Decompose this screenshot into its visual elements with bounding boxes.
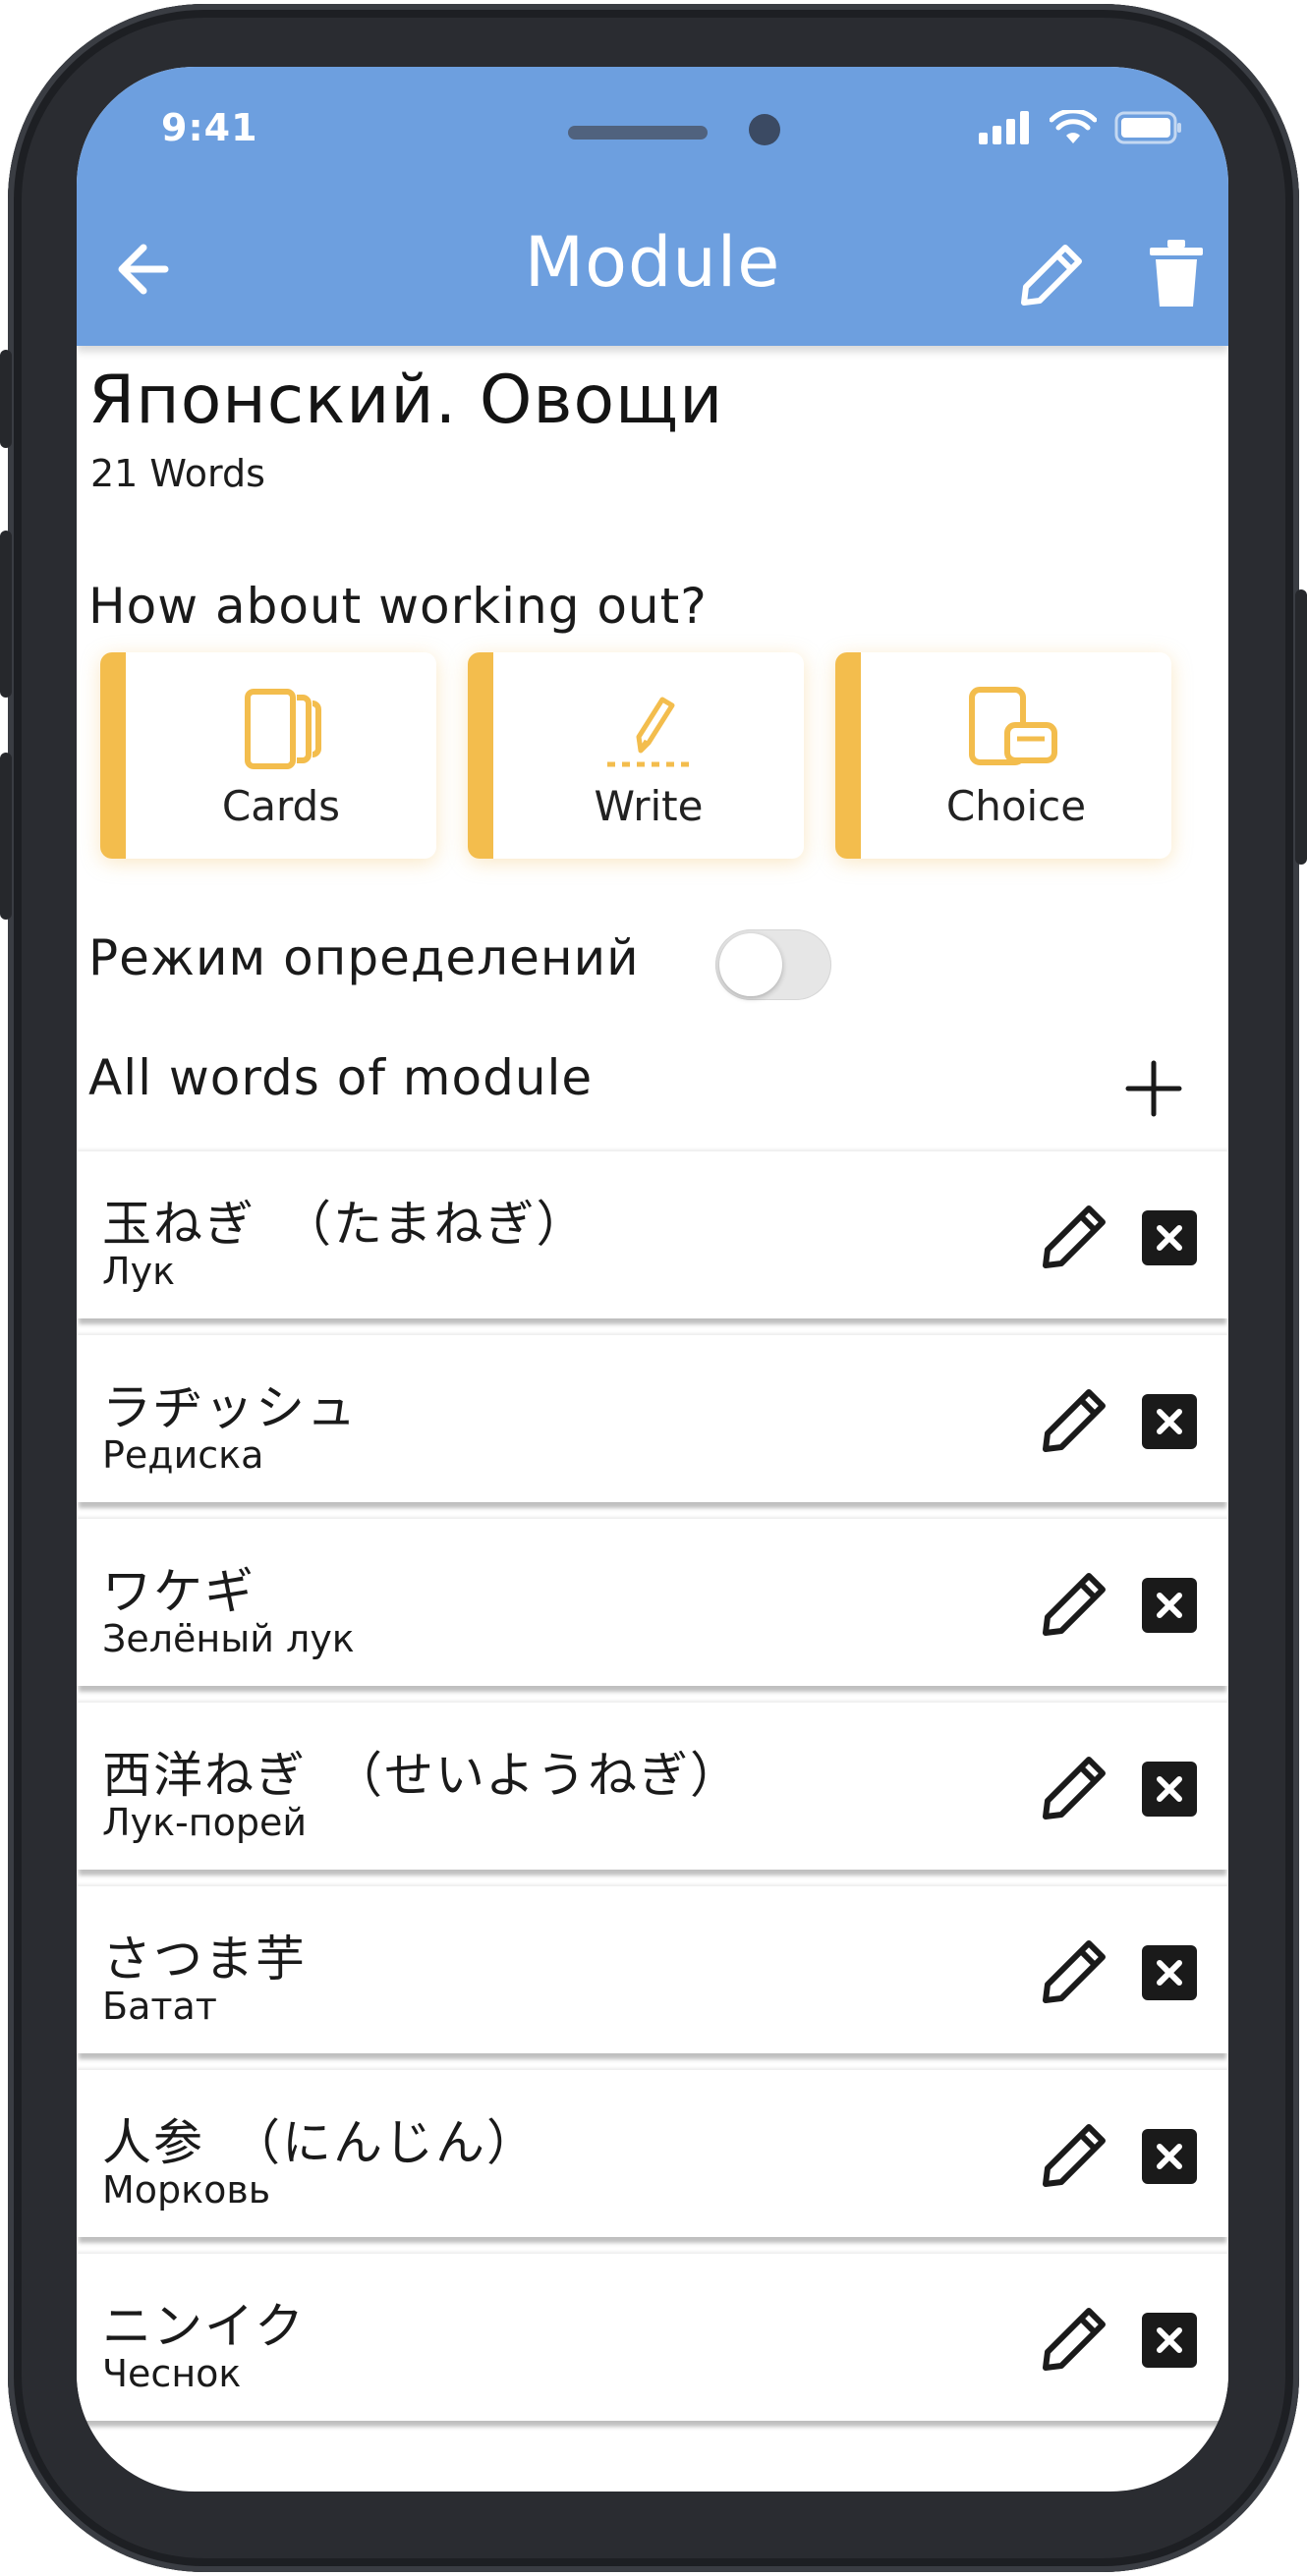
- word-translation: Лук-порей: [102, 1801, 308, 1844]
- pencil-icon[interactable]: [1036, 1380, 1114, 1459]
- pencil-icon[interactable]: [1036, 1932, 1114, 2010]
- word-term: ニンイク: [102, 2298, 306, 2355]
- trash-icon[interactable]: [1146, 238, 1207, 310]
- mode-card-write[interactable]: Write: [468, 652, 804, 859]
- word-row[interactable]: 人参 （にんじん） Морковь: [77, 2070, 1228, 2237]
- word-translation: Чеснок: [102, 2352, 242, 2395]
- word-translation: Редиска: [102, 1433, 264, 1477]
- close-icon: [1157, 1593, 1182, 1618]
- notch-camera: [749, 114, 780, 145]
- close-icon: [1157, 2144, 1182, 2169]
- word-term: ラヂッシュ: [102, 1379, 358, 1436]
- mode-card-cards[interactable]: Cards: [100, 652, 436, 859]
- card-accent-bar: [468, 652, 493, 859]
- pencil-icon[interactable]: [1036, 1564, 1114, 1643]
- word-row[interactable]: ラヂッシュ Редиска: [77, 1335, 1228, 1502]
- word-row[interactable]: ニンイク Чеснок: [77, 2254, 1228, 2421]
- choice-icon: [969, 687, 1057, 765]
- definition-mode-label: Режим определений: [88, 929, 640, 986]
- app-header: 9:41 Module: [77, 67, 1228, 346]
- mode-label-cards: Cards: [221, 782, 341, 830]
- phone-power-button: [1295, 589, 1307, 865]
- word-row[interactable]: 玉ねぎ （たまねぎ） Лук: [77, 1151, 1228, 1318]
- workout-heading: How about working out?: [88, 578, 708, 635]
- delete-word-button[interactable]: [1142, 2129, 1197, 2184]
- wifi-icon: [1050, 110, 1097, 143]
- phone-side-button: [0, 350, 12, 448]
- delete-word-button[interactable]: [1142, 1394, 1197, 1449]
- word-row[interactable]: 西洋ねぎ （せいようねぎ） Лук-порей: [77, 1703, 1228, 1870]
- word-translation: Зелёный лук: [102, 1617, 355, 1660]
- module-title: Японский. Овощи: [88, 362, 724, 439]
- battery-icon: [1114, 111, 1181, 144]
- all-words-heading: All words of module: [88, 1049, 594, 1106]
- cards-icon: [245, 689, 321, 769]
- status-time: 9:41: [161, 106, 258, 149]
- definition-mode-toggle[interactable]: [715, 929, 831, 1000]
- delete-word-button[interactable]: [1142, 2313, 1197, 2368]
- word-translation: Морковь: [102, 2168, 271, 2212]
- word-translation: Батат: [102, 1985, 217, 2028]
- delete-word-button[interactable]: [1142, 1578, 1197, 1633]
- delete-word-button[interactable]: [1142, 1945, 1197, 2000]
- card-accent-bar: [100, 652, 126, 859]
- word-term: 玉ねぎ （たまねぎ）: [102, 1196, 588, 1253]
- close-icon: [1157, 1776, 1182, 1802]
- notch-speaker: [568, 126, 708, 140]
- word-term: ワケギ: [102, 1563, 256, 1620]
- pencil-icon[interactable]: [1036, 1197, 1114, 1275]
- phone-volume-up-button: [0, 531, 12, 698]
- card-accent-bar: [835, 652, 861, 859]
- mode-label-write: Write: [594, 782, 704, 830]
- pencil-icon[interactable]: [1036, 1748, 1114, 1826]
- word-row[interactable]: ワケギ Зелёный лук: [77, 1519, 1228, 1686]
- word-list: 玉ねぎ （たまねぎ） Лук ラヂッシュ Редиска ワケギ Зелёный…: [77, 1151, 1228, 2437]
- close-icon: [1157, 1960, 1182, 1986]
- word-row[interactable]: さつま芋 Батат: [77, 1886, 1228, 2053]
- close-icon: [1157, 1409, 1182, 1434]
- pencil-icon[interactable]: [1010, 236, 1091, 316]
- pencil-icon[interactable]: [1036, 2115, 1114, 2194]
- delete-word-button[interactable]: [1142, 1210, 1197, 1265]
- plus-icon[interactable]: [1122, 1057, 1185, 1120]
- phone-volume-down-button: [0, 753, 12, 920]
- delete-word-button[interactable]: [1142, 1762, 1197, 1817]
- app-screen: 9:41 Module Японский. Овощи 21 Words How…: [77, 67, 1228, 2492]
- close-icon: [1157, 1225, 1182, 1251]
- module-word-count: 21 Words: [90, 452, 265, 495]
- signal-icon: [979, 111, 1029, 144]
- word-term: さつま芋: [102, 1931, 307, 1988]
- write-pen-icon: [607, 697, 690, 767]
- close-icon: [1157, 2327, 1182, 2353]
- word-translation: Лук: [102, 1250, 176, 1293]
- pencil-icon[interactable]: [1036, 2299, 1114, 2378]
- status-icons: [979, 110, 1183, 145]
- mode-label-choice: Choice: [945, 782, 1087, 830]
- word-term: 人参 （にんじん）: [102, 2114, 538, 2171]
- word-term: 西洋ねぎ （せいようねぎ）: [102, 1747, 741, 1804]
- mode-card-choice[interactable]: Choice: [835, 652, 1171, 859]
- toggle-knob: [719, 933, 782, 996]
